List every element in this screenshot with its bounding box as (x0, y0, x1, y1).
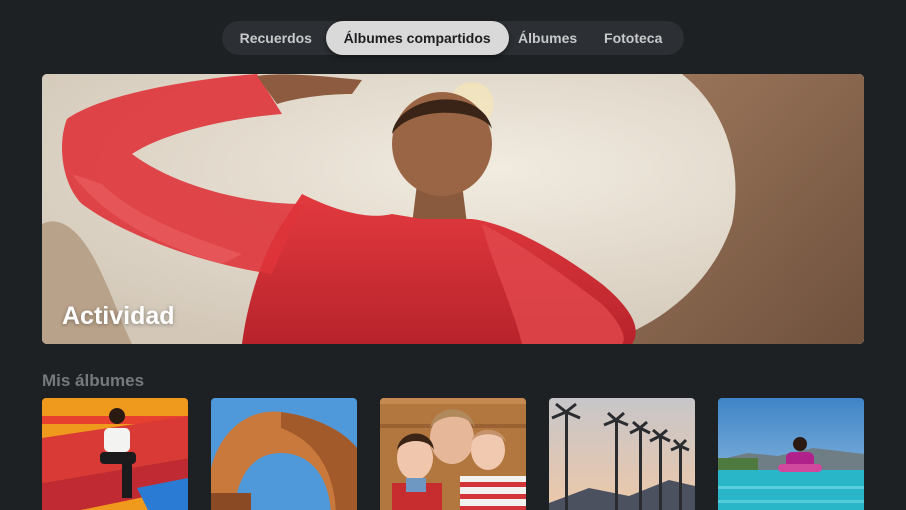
album-photo (718, 398, 864, 510)
tab-albumes-compartidos[interactable]: Álbumes compartidos (325, 21, 509, 55)
tab-fototeca[interactable]: Fototeca (586, 21, 680, 55)
album-thumbnail-3[interactable] (380, 398, 526, 510)
album-thumbnail-4[interactable] (549, 398, 695, 510)
tab-bar: Recuerdos Álbumes compartidos Álbumes Fo… (222, 21, 684, 55)
album-thumbnail-5[interactable] (718, 398, 864, 510)
section-title-mis-albumes: Mis álbumes (42, 371, 145, 390)
tab-albumes[interactable]: Álbumes (509, 21, 587, 55)
album-photo (380, 398, 526, 510)
album-photo (42, 398, 188, 510)
album-thumbnail-2[interactable] (211, 398, 357, 510)
hero-title: Actividad (62, 302, 175, 330)
album-thumbnail-1[interactable] (42, 398, 188, 510)
activity-hero-card[interactable]: Actividad (42, 74, 864, 344)
album-photo (211, 398, 357, 510)
tab-recuerdos[interactable]: Recuerdos (226, 21, 326, 55)
album-photo (549, 398, 695, 510)
